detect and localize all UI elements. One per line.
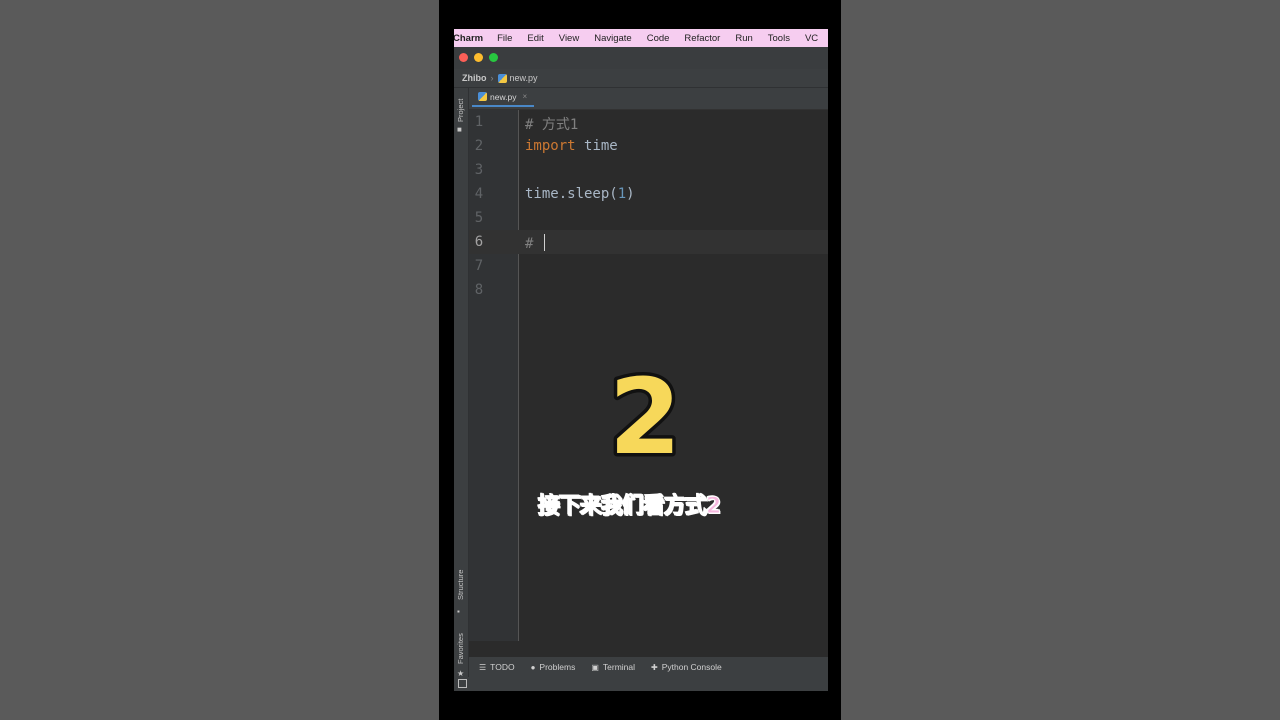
line-number: 8 xyxy=(474,282,484,298)
import-keyword: import xyxy=(525,138,576,154)
menu-view[interactable]: View xyxy=(559,33,579,44)
problems-icon: ● xyxy=(530,662,536,672)
video-subtitle: 接下来我们看方式2 xyxy=(538,494,722,520)
python-console-icon: ✚ xyxy=(651,662,658,672)
project-tool-tab[interactable]: Project xyxy=(456,99,465,122)
structure-tool-tab[interactable]: Structure xyxy=(456,570,465,600)
line-number: 5 xyxy=(474,210,484,226)
code-line-1: # 方式1 xyxy=(525,114,578,134)
call-prefix: time.sleep( xyxy=(525,186,618,202)
left-tool-strip: Project ■ Structure ▪ Favorites ★ xyxy=(454,88,469,691)
call-argument: 1 xyxy=(617,186,627,202)
status-bar xyxy=(454,677,828,691)
python-file-icon xyxy=(497,73,507,83)
terminal-icon: ▣ xyxy=(591,662,599,672)
title-bar xyxy=(454,47,828,69)
code-line-6: # xyxy=(525,234,546,252)
python-console-tool-button[interactable]: ✚ Python Console xyxy=(651,662,722,672)
menu-file[interactable]: File xyxy=(497,33,512,44)
problems-label: Problems xyxy=(539,662,576,672)
close-icon[interactable]: × xyxy=(522,92,527,101)
menu-run[interactable]: Run xyxy=(735,33,752,44)
terminal-tool-button[interactable]: ▣ Terminal xyxy=(591,662,635,672)
menu-navigate[interactable]: Navigate xyxy=(594,33,632,44)
line-number-active: 6 xyxy=(474,234,484,250)
menu-refactor[interactable]: Refactor xyxy=(684,33,720,44)
tool-window-bar: ☰ TODO ● Problems ▣ Terminal ✚ Python Consol… xyxy=(469,657,828,677)
menu-code[interactable]: Code xyxy=(647,33,670,44)
app-menu[interactable]: Charm xyxy=(454,33,483,44)
breadcrumb-file[interactable]: new.py xyxy=(510,73,538,83)
code-line-2: import time xyxy=(525,138,618,154)
python-console-label: Python Console xyxy=(661,662,722,672)
favorites-tool-tab[interactable]: Favorites xyxy=(456,633,465,664)
module-name: time xyxy=(584,138,618,154)
menu-edit[interactable]: Edit xyxy=(527,33,543,44)
menu-vcs[interactable]: VC xyxy=(805,33,818,44)
tab-label: new.py xyxy=(490,91,517,102)
breadcrumb-project[interactable]: Zhibo xyxy=(462,73,487,83)
text-caret xyxy=(543,234,546,251)
comment-hash: # xyxy=(525,236,534,252)
close-window-button[interactable] xyxy=(459,53,468,62)
big-number-sticker: 2 xyxy=(605,369,684,467)
menu-tools[interactable]: Tools xyxy=(768,33,790,44)
current-line-highlight xyxy=(469,230,828,254)
terminal-label: Terminal xyxy=(602,662,636,672)
menu-bar: Charm File Edit View Navigate Code Refac… xyxy=(454,29,828,47)
code-line-4: time.sleep(1) xyxy=(525,186,635,202)
folder-icon: ■ xyxy=(457,125,462,134)
line-number: 2 xyxy=(474,138,484,154)
tab-new-py[interactable]: new.py × xyxy=(472,88,534,107)
line-number: 3 xyxy=(474,162,484,178)
big-number-text: 2 xyxy=(609,369,681,467)
todo-tool-button[interactable]: ☰ TODO xyxy=(479,662,515,672)
minimize-window-button[interactable] xyxy=(474,53,483,62)
maximize-window-button[interactable] xyxy=(489,53,498,62)
line-number: 7 xyxy=(474,258,484,274)
structure-icon: ▪ xyxy=(457,607,460,616)
line-number: 4 xyxy=(474,186,484,202)
editor-tab-bar: new.py × xyxy=(469,88,828,110)
comment-hash: # xyxy=(525,117,534,133)
comment-text: 方式1 xyxy=(541,117,579,133)
breadcrumb: Zhibo › new.py xyxy=(454,69,828,88)
python-file-icon xyxy=(478,92,487,101)
todo-label: TODO xyxy=(490,662,515,672)
call-suffix: ) xyxy=(626,186,635,202)
chevron-right-icon: › xyxy=(490,73,494,83)
problems-tool-button[interactable]: ● Problems xyxy=(531,662,576,672)
line-number: 1 xyxy=(474,114,484,130)
window-icon xyxy=(458,679,467,688)
pycharm-window: Charm File Edit View Navigate Code Refac… xyxy=(454,29,828,691)
list-icon: ☰ xyxy=(479,662,487,672)
